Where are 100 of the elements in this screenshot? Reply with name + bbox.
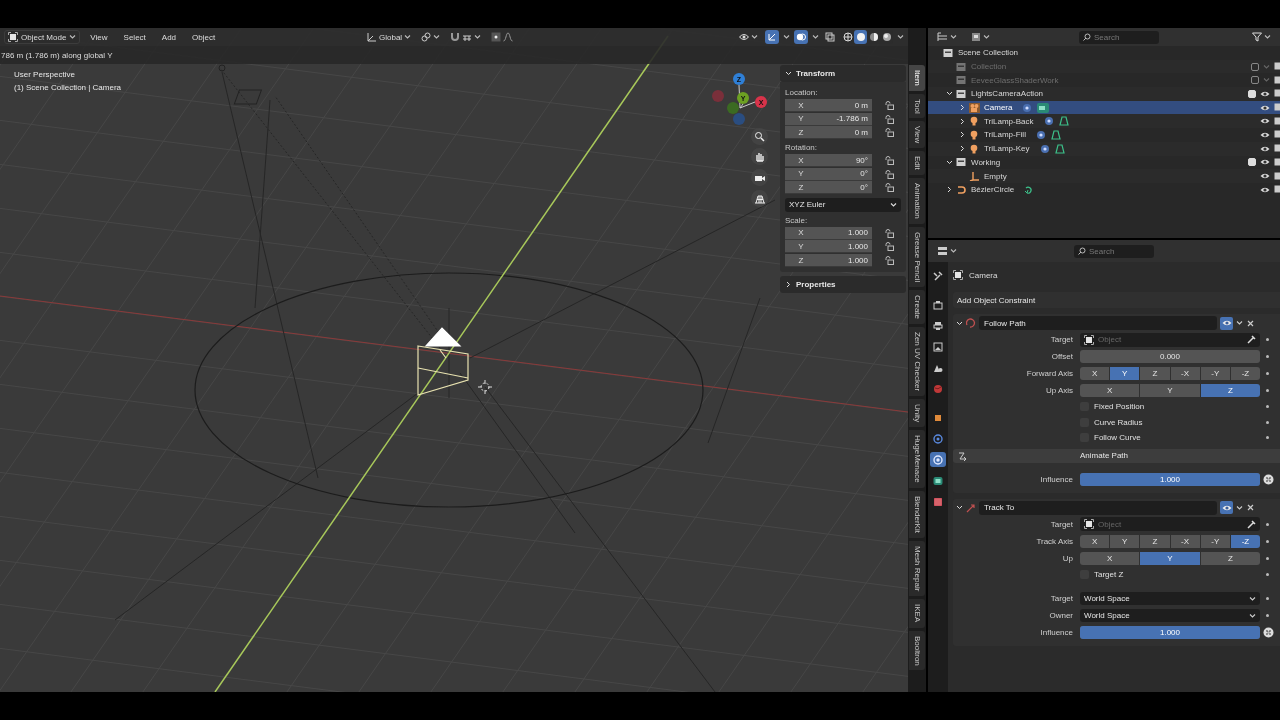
number-field[interactable]: X 1.000 (785, 226, 872, 240)
sidebar-tab[interactable]: Mesh Repair (909, 541, 925, 597)
close-icon[interactable] (1246, 318, 1255, 328)
sidebar-tab[interactable]: Animation (909, 178, 925, 224)
light-data-icon[interactable] (1058, 116, 1071, 127)
constraint-name-field[interactable]: Follow Path (979, 316, 1217, 330)
number-field[interactable]: X 90° (785, 154, 872, 168)
eye-icon[interactable] (1260, 144, 1270, 153)
sidebar-tab[interactable]: Tool (909, 93, 925, 119)
keyframe-dot[interactable] (1266, 436, 1269, 440)
eye-icon[interactable] (1260, 130, 1270, 139)
checkbox[interactable]: Curve Radius (1080, 417, 1143, 427)
outliner-item-name[interactable]: TriLamp-Back (984, 116, 1034, 126)
axis-option[interactable]: Y (1110, 534, 1140, 548)
keyframe-dot[interactable] (1266, 420, 1269, 424)
axis-option[interactable]: Y (1140, 551, 1200, 565)
unlock-icon[interactable] (885, 242, 894, 252)
number-field[interactable]: Y 0° (785, 167, 872, 181)
number-field[interactable]: Z 0° (785, 181, 872, 195)
constraint-icon[interactable] (1035, 129, 1048, 140)
keyframe-dot[interactable] (1266, 389, 1269, 392)
sidebar-tab[interactable]: Unity (909, 399, 925, 428)
eye-icon[interactable] (1260, 103, 1270, 112)
visibility-toggle[interactable] (1220, 316, 1233, 330)
navigation-button[interactable] (751, 128, 768, 145)
outliner-item-name[interactable]: BézierCircle (971, 185, 1015, 195)
axis-option[interactable]: Z (1200, 551, 1260, 565)
number-field[interactable]: Y 1.000 (785, 240, 872, 254)
axis-option[interactable]: X (1080, 367, 1110, 380)
axis-option[interactable]: X (1080, 534, 1110, 548)
checkbox[interactable] (1251, 76, 1259, 85)
keyframe-dot[interactable] (1266, 572, 1269, 576)
axis-option[interactable]: Z (1200, 384, 1260, 397)
properties-tab[interactable] (930, 339, 946, 354)
number-field[interactable]: Y -1.786 m (785, 112, 872, 126)
space-dropdown[interactable]: World Space (1080, 609, 1260, 622)
checkbox[interactable]: Target Z (1080, 569, 1124, 579)
shading-button[interactable] (841, 30, 854, 44)
unlock-icon[interactable] (885, 101, 894, 111)
number-field[interactable]: Z 0 m (785, 126, 872, 140)
space-dropdown[interactable]: World Space (1080, 592, 1260, 605)
sidebar-tab[interactable]: Booltron (909, 630, 925, 671)
number-field[interactable]: 0.000 (1080, 350, 1260, 363)
unlock-icon[interactable] (885, 128, 894, 138)
close-icon[interactable] (1246, 503, 1255, 512)
outliner-item-name[interactable]: LightsCameraAction (971, 89, 1044, 99)
axis-option[interactable]: Z (1140, 367, 1170, 380)
outliner-item-name[interactable]: Camera (984, 103, 1013, 113)
panel-header[interactable]: Transform (780, 65, 906, 82)
search-field[interactable]: Search (1074, 244, 1154, 258)
outliner-item-name[interactable]: Working (971, 157, 1001, 167)
axis-option[interactable]: X (1080, 551, 1140, 565)
sidebar-tab[interactable]: Grease Pencil (909, 226, 925, 288)
menu-item[interactable]: Add (155, 32, 183, 42)
outliner-item-name[interactable]: Empty (984, 171, 1007, 181)
keyframe-dot[interactable] (1266, 338, 1269, 341)
sidebar-tab[interactable]: HugeMenace (909, 430, 925, 489)
axis-option[interactable]: Y (1110, 367, 1140, 380)
sidebar-tab[interactable]: BlenderKit (909, 491, 925, 538)
sidebar-tab[interactable]: Zen UV Checker (909, 327, 925, 397)
light-data-icon[interactable] (1054, 143, 1067, 154)
navigation-button[interactable] (751, 169, 768, 186)
clear-icon[interactable] (1263, 627, 1274, 638)
clear-icon[interactable] (1263, 473, 1274, 485)
shading-button[interactable] (854, 30, 867, 44)
axis-option[interactable]: -Y (1200, 367, 1230, 380)
shading-button[interactable] (880, 30, 893, 44)
keyframe-dot[interactable] (1266, 522, 1269, 526)
sidebar-tab[interactable]: IKEA (909, 599, 925, 628)
camera-data-icon[interactable] (1037, 102, 1050, 113)
orientation-dropdown[interactable]: Global (364, 30, 415, 44)
axis-option[interactable]: Y (1140, 384, 1200, 397)
eye-icon[interactable] (1260, 158, 1270, 167)
outliner-item-name[interactable]: TriLamp-Key (984, 144, 1030, 154)
sidebar-tab[interactable]: Edit (909, 151, 925, 176)
properties-tab[interactable] (930, 431, 946, 446)
sidebar-tab[interactable]: Create (909, 290, 925, 325)
keyframe-dot[interactable] (1266, 614, 1269, 617)
menu-item[interactable]: Select (117, 32, 152, 42)
eye-icon[interactable] (1260, 117, 1270, 126)
axis-option[interactable]: -X (1170, 534, 1200, 548)
keyframe-dot[interactable] (1266, 405, 1269, 409)
keyframe-dot[interactable] (1266, 539, 1269, 543)
navigation-button[interactable] (751, 148, 768, 165)
influence-slider[interactable]: 1.000 (1080, 472, 1260, 486)
add-constraint-dropdown[interactable]: Add Object Constraint (953, 292, 1280, 308)
keyframe-dot[interactable] (1266, 597, 1269, 600)
axis-option[interactable]: -Z (1230, 367, 1260, 380)
overlay-toggle[interactable] (794, 30, 808, 44)
chevron-down-icon[interactable] (956, 319, 963, 327)
properties-tab[interactable] (930, 452, 946, 467)
eyedropper-icon[interactable] (1247, 519, 1256, 529)
xray-toggle[interactable] (823, 30, 837, 44)
visibility-toggle[interactable] (1220, 501, 1233, 514)
menu-item[interactable]: Object (186, 32, 222, 42)
eye-icon[interactable] (1260, 185, 1270, 194)
eyedropper-icon[interactable] (1247, 335, 1256, 344)
checkbox[interactable] (1251, 62, 1259, 71)
number-field[interactable]: X 0 m (785, 99, 872, 113)
axis-option[interactable]: -Y (1200, 534, 1230, 548)
